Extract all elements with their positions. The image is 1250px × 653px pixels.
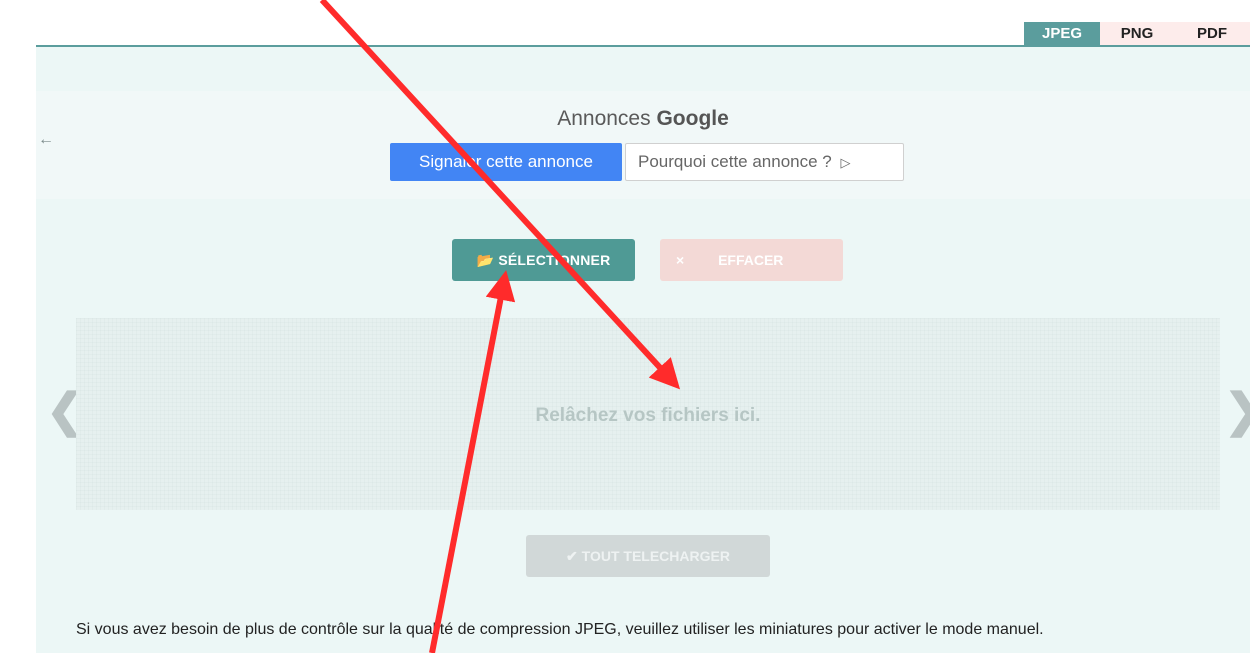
- clear-button[interactable]: × EFFACER: [660, 239, 843, 281]
- info-text: Si vous avez besoin de plus de contrôle …: [76, 621, 1044, 638]
- chevron-right-icon[interactable]: ❯: [1224, 387, 1250, 433]
- check-icon: ✔: [566, 548, 578, 564]
- clear-label: EFFACER: [718, 252, 784, 268]
- close-icon: ×: [676, 252, 685, 268]
- why-this-ad-button[interactable]: Pourquoi cette annonce ? ▷: [625, 143, 904, 181]
- report-ad-button[interactable]: Signaler cette annonce: [390, 143, 622, 181]
- why-this-ad-label: Pourquoi cette annonce ?: [638, 152, 832, 171]
- select-label: SÉLECTIONNER: [498, 252, 611, 268]
- select-files-button[interactable]: 📂 SÉLECTIONNER: [452, 239, 635, 281]
- dropzone-text: Relâchez vos fichiers ici.: [535, 405, 761, 426]
- play-outline-icon: ▷: [840, 155, 851, 170]
- ads-title-prefix: Annonces: [557, 107, 651, 130]
- main-panel: ← Annonces Google Signaler cette annonce…: [36, 47, 1250, 653]
- format-tabs: JPEG PNG PDF: [1024, 22, 1250, 46]
- tab-jpeg[interactable]: JPEG: [1024, 22, 1100, 46]
- ads-title-brand: Google: [656, 107, 729, 130]
- ads-title: Annonces Google: [36, 107, 1250, 131]
- folder-open-icon: 📂: [476, 252, 495, 268]
- tab-pdf[interactable]: PDF: [1174, 22, 1250, 46]
- file-dropzone[interactable]: Relâchez vos fichiers ici.: [76, 318, 1220, 510]
- tab-png[interactable]: PNG: [1100, 22, 1174, 46]
- arrow-left-icon[interactable]: ←: [38, 131, 54, 149]
- download-all-button[interactable]: ✔ TOUT TELECHARGER: [526, 535, 770, 577]
- download-all-label: TOUT TELECHARGER: [581, 548, 730, 564]
